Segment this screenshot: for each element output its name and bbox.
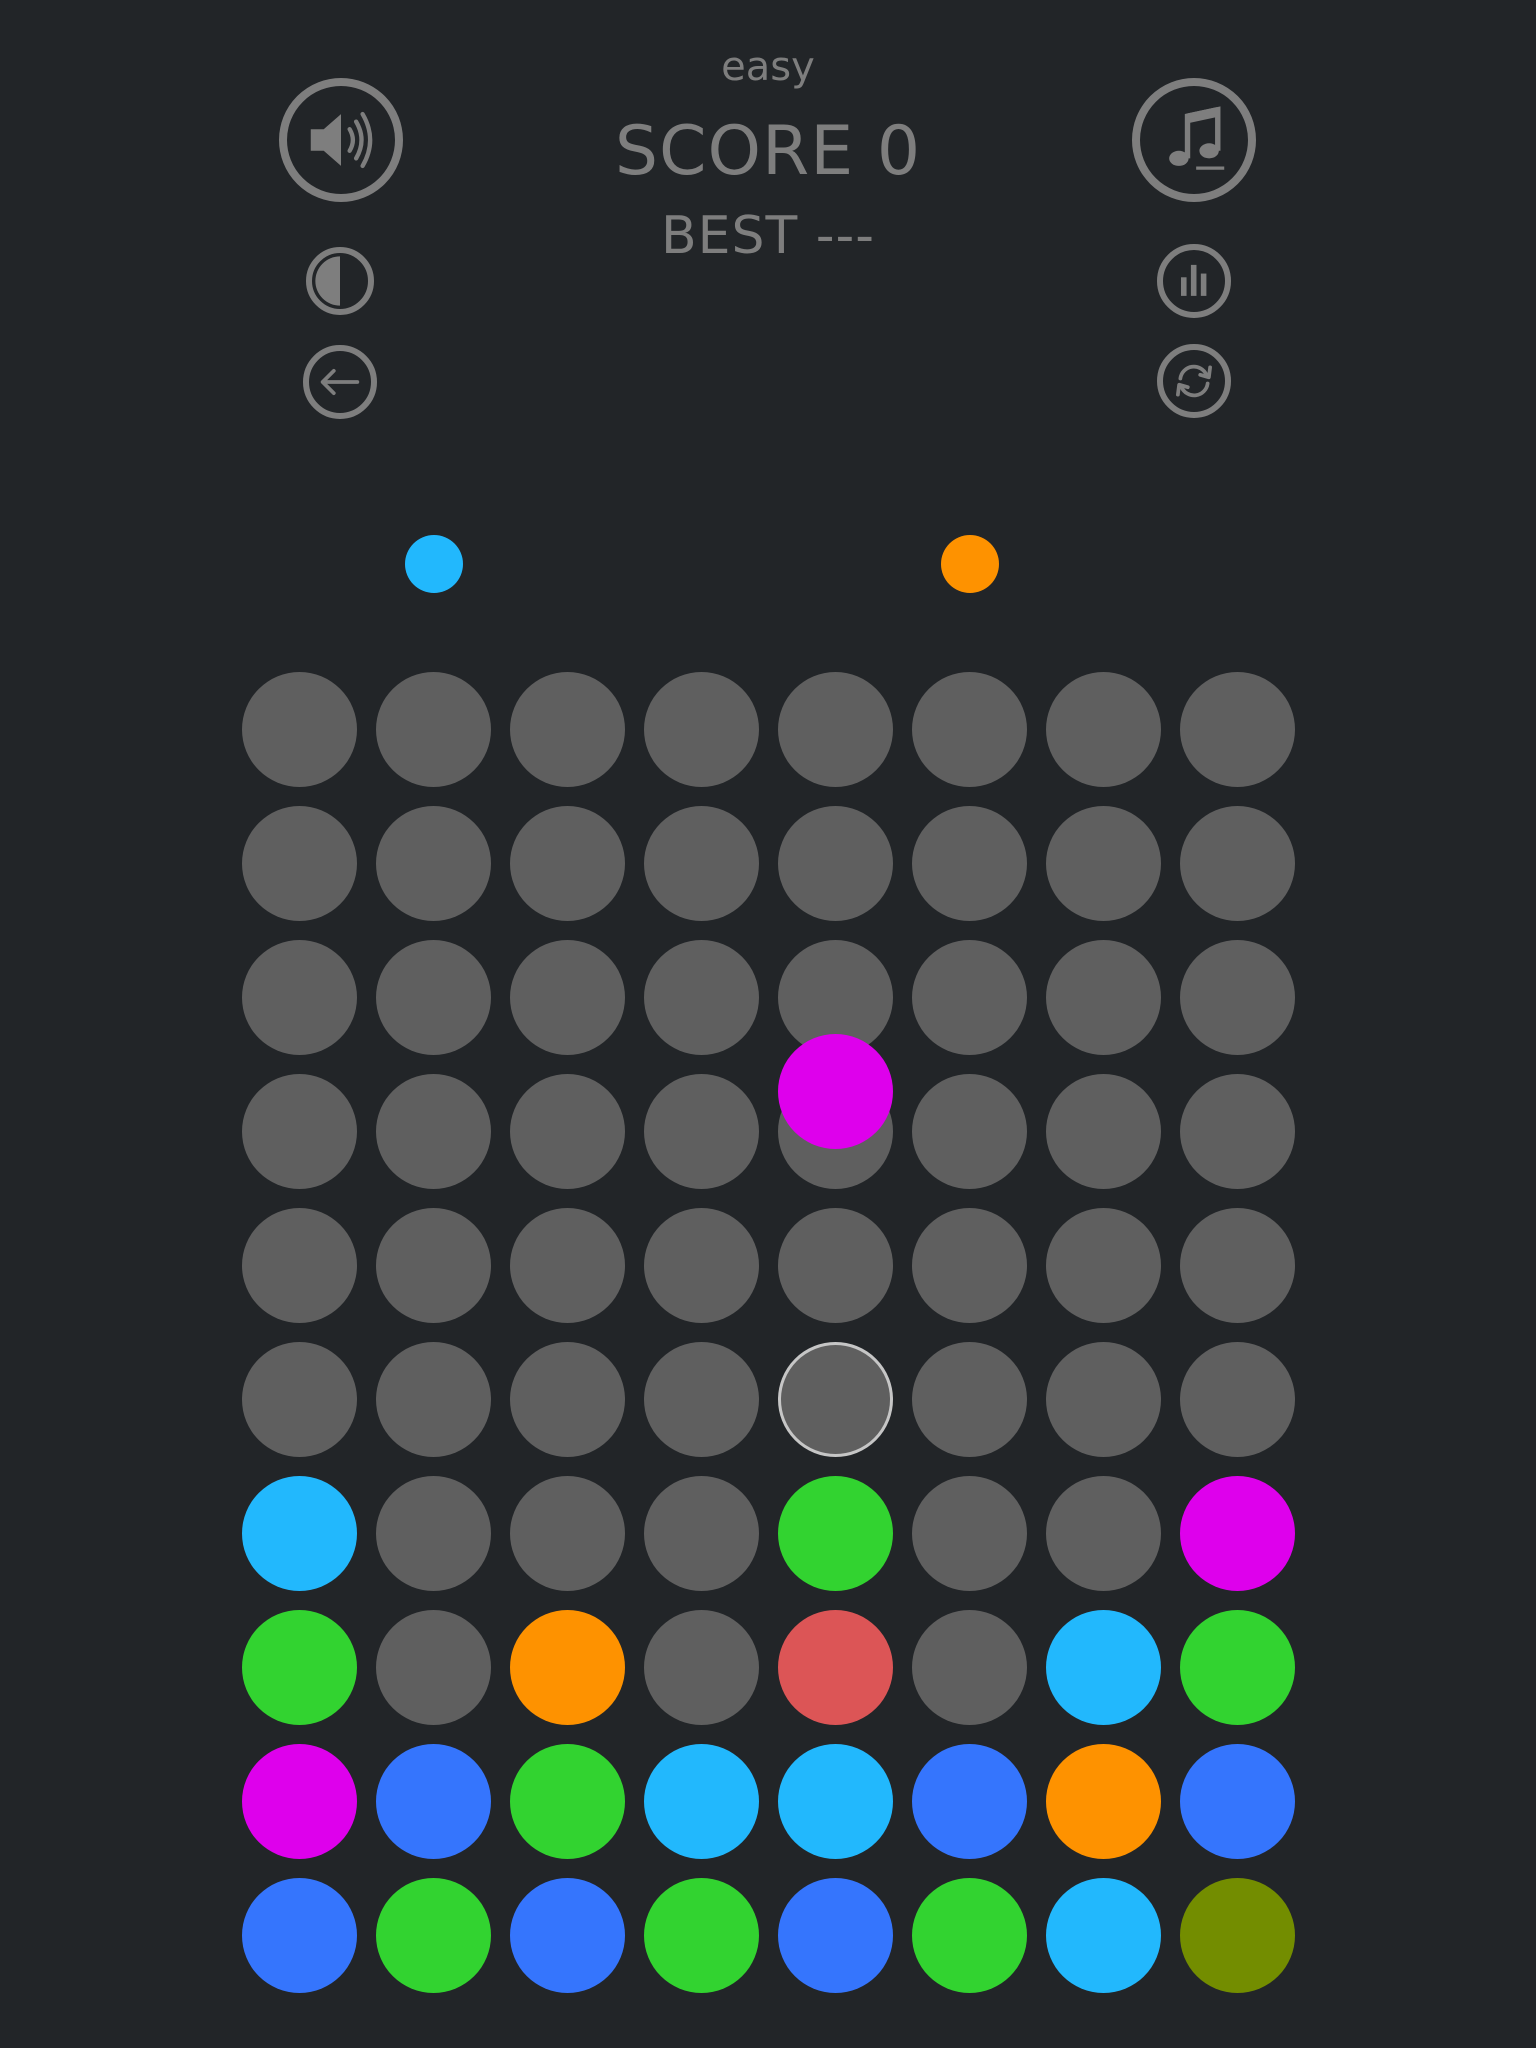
ball-magenta[interactable] [242, 1744, 357, 1859]
ball-blue[interactable] [510, 1878, 625, 1993]
next-ball-cyan [404, 535, 463, 593]
empty-cell[interactable] [510, 1074, 625, 1189]
empty-cell[interactable] [242, 806, 357, 921]
ball-green[interactable] [242, 1610, 357, 1725]
ball-blue[interactable] [376, 1744, 491, 1859]
moving-ball-magenta [778, 1034, 893, 1149]
ball-blue[interactable] [242, 1878, 357, 1993]
ball-magenta[interactable] [1180, 1476, 1295, 1591]
ball-blue[interactable] [1180, 1744, 1295, 1859]
ball-cyan[interactable] [778, 1744, 893, 1859]
empty-cell[interactable] [1046, 1476, 1161, 1591]
empty-cell[interactable] [1046, 1074, 1161, 1189]
empty-cell[interactable] [376, 1208, 491, 1323]
bar-chart-icon [1180, 264, 1207, 296]
empty-cell[interactable] [376, 940, 491, 1055]
empty-cell[interactable] [1180, 806, 1295, 921]
ball-olive[interactable] [1180, 1878, 1295, 1993]
empty-cell[interactable] [644, 1208, 759, 1323]
speaker-icon [310, 111, 373, 169]
empty-cell[interactable] [1180, 1208, 1295, 1323]
empty-cell[interactable] [242, 1342, 357, 1457]
empty-cell[interactable] [510, 1342, 625, 1457]
empty-cell[interactable] [912, 1208, 1027, 1323]
ball-orange[interactable] [1046, 1744, 1161, 1859]
empty-cell[interactable] [778, 1342, 893, 1457]
empty-cell[interactable] [1180, 1074, 1295, 1189]
empty-cell[interactable] [242, 672, 357, 787]
ball-green[interactable] [912, 1878, 1027, 1993]
empty-cell[interactable] [1046, 1208, 1161, 1323]
ball-cyan[interactable] [242, 1476, 357, 1591]
empty-cell[interactable] [912, 1476, 1027, 1591]
empty-cell[interactable] [644, 940, 759, 1055]
empty-cell[interactable] [644, 806, 759, 921]
ball-green[interactable] [510, 1744, 625, 1859]
score-display: SCORE 0 [614, 112, 922, 191]
empty-cell[interactable] [376, 1610, 491, 1725]
ball-blue[interactable] [912, 1744, 1027, 1859]
empty-cell[interactable] [376, 1074, 491, 1189]
empty-cell[interactable] [778, 1208, 893, 1323]
empty-cell[interactable] [510, 940, 625, 1055]
empty-cell[interactable] [644, 1610, 759, 1725]
empty-cell[interactable] [242, 1208, 357, 1323]
music-button[interactable] [1132, 78, 1256, 202]
empty-cell[interactable] [510, 1208, 625, 1323]
empty-cell[interactable] [912, 806, 1027, 921]
empty-cell[interactable] [376, 1342, 491, 1457]
ball-orange[interactable] [510, 1610, 625, 1725]
empty-cell[interactable] [1180, 672, 1295, 787]
empty-cell[interactable] [644, 1476, 759, 1591]
empty-cell[interactable] [242, 940, 357, 1055]
empty-cell[interactable] [376, 1476, 491, 1591]
empty-cell[interactable] [912, 1074, 1027, 1189]
refresh-icon [1176, 364, 1212, 398]
empty-cell[interactable] [376, 806, 491, 921]
contrast-button[interactable] [306, 247, 374, 315]
empty-cell[interactable] [912, 940, 1027, 1055]
music-note-icon [1169, 106, 1225, 170]
restart-button[interactable] [1157, 344, 1231, 418]
empty-cell[interactable] [644, 1074, 759, 1189]
empty-cell[interactable] [510, 806, 625, 921]
empty-cell[interactable] [1180, 1342, 1295, 1457]
empty-cell[interactable] [778, 806, 893, 921]
empty-cell[interactable] [1046, 940, 1161, 1055]
ball-cyan[interactable] [644, 1744, 759, 1859]
next-ball-orange [940, 535, 999, 593]
stats-button[interactable] [1157, 244, 1231, 318]
empty-cell[interactable] [778, 672, 893, 787]
ball-green[interactable] [644, 1878, 759, 1993]
empty-cell[interactable] [912, 672, 1027, 787]
empty-cell[interactable] [510, 1476, 625, 1591]
empty-cell[interactable] [376, 672, 491, 787]
empty-cell[interactable] [1046, 806, 1161, 921]
empty-cell[interactable] [912, 1610, 1027, 1725]
empty-cell[interactable] [644, 1342, 759, 1457]
ball-cyan[interactable] [1046, 1878, 1161, 1993]
empty-cell[interactable] [912, 1342, 1027, 1457]
empty-cell[interactable] [242, 1074, 357, 1189]
arrow-left-icon [320, 368, 360, 396]
empty-cell[interactable] [510, 672, 625, 787]
empty-cell[interactable] [1180, 940, 1295, 1055]
ball-green[interactable] [1180, 1610, 1295, 1725]
difficulty-label: easy [721, 44, 815, 90]
ball-red[interactable] [778, 1610, 893, 1725]
ball-cyan[interactable] [1046, 1610, 1161, 1725]
contrast-icon [315, 256, 340, 306]
empty-cell[interactable] [644, 672, 759, 787]
sound-button[interactable] [279, 78, 403, 202]
back-button[interactable] [303, 345, 377, 419]
ball-green[interactable] [376, 1878, 491, 1993]
empty-cell[interactable] [1046, 1342, 1161, 1457]
ball-green[interactable] [778, 1476, 893, 1591]
best-score-display: BEST --- [660, 206, 876, 266]
ball-blue[interactable] [778, 1878, 893, 1993]
empty-cell[interactable] [1046, 672, 1161, 787]
